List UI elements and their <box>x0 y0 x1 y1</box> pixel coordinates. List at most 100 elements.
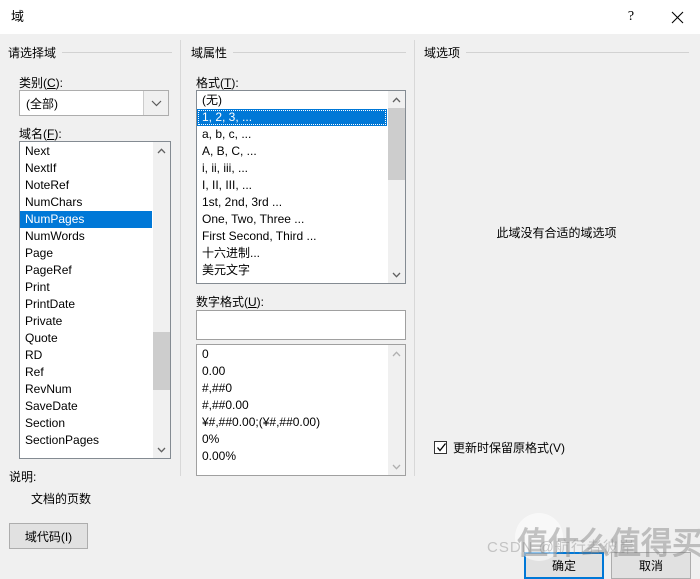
title-bar: 域 ? <box>0 0 700 34</box>
scrollbar-thumb[interactable] <box>388 108 405 180</box>
fieldname-label: 域名(F): <box>19 125 62 142</box>
number-format-label-suffix: ): <box>256 295 265 309</box>
ok-button[interactable]: 确定 <box>524 552 604 579</box>
list-item[interactable]: RevNum <box>20 381 152 398</box>
category-label: 类别(C): <box>19 74 63 91</box>
format-label-prefix: 格式( <box>196 76 224 90</box>
scroll-down-icon[interactable] <box>388 458 405 475</box>
number-format-label: 数字格式(U): <box>196 293 264 310</box>
list-item[interactable]: NoteRef <box>20 177 152 194</box>
group-rule <box>62 52 172 53</box>
list-item[interactable]: i, ii, iii, ... <box>197 160 387 177</box>
preserve-format-checkbox[interactable] <box>434 441 447 454</box>
list-item[interactable]: 0 <box>197 346 387 363</box>
field-name-listbox[interactable]: Next NextIf NoteRef NumChars NumPages NumWord… <box>19 141 171 459</box>
middle-pane-group-header: 域属性 <box>191 44 406 61</box>
list-item[interactable]: #,##0 <box>197 380 387 397</box>
list-item[interactable]: #,##0.00 <box>197 397 387 414</box>
description-text: 文档的页数 <box>31 492 92 506</box>
list-item[interactable]: I, II, III, ... <box>197 177 387 194</box>
description-label-text: 说明: <box>9 470 37 484</box>
list-item[interactable]: Quote <box>20 330 152 347</box>
field-code-button[interactable]: 域代码(I) <box>9 523 88 549</box>
list-item[interactable]: PageRef <box>20 262 152 279</box>
preserve-format-checkbox-row[interactable]: 更新时保留原格式(V) <box>434 439 565 456</box>
left-pane-group-title: 请选择域 <box>8 46 57 60</box>
list-item[interactable]: RD <box>20 347 152 364</box>
number-format-label-accesskey: U <box>248 295 257 309</box>
scroll-down-icon[interactable] <box>153 441 170 458</box>
description-label: 说明: <box>9 468 36 485</box>
number-format-label-prefix: 数字格式( <box>196 295 248 309</box>
category-label-prefix: 类别( <box>19 76 47 90</box>
close-icon <box>671 11 684 24</box>
category-label-accesskey: C <box>47 76 56 90</box>
list-item[interactable]: 美元文字 <box>197 262 387 279</box>
list-item[interactable]: 0.00% <box>197 448 387 465</box>
list-item[interactable]: NumPages <box>20 211 152 228</box>
scroll-up-icon[interactable] <box>388 345 405 362</box>
list-item[interactable]: 1, 2, 3, ... <box>197 109 387 126</box>
preserve-format-checkbox-label: 更新时保留原格式(V) <box>453 441 565 455</box>
scroll-up-icon[interactable] <box>153 142 170 159</box>
category-combobox-value: (全部) <box>26 96 58 111</box>
close-button[interactable] <box>654 0 700 34</box>
list-item[interactable]: Next <box>20 143 152 160</box>
number-format-list-items: 0 0.00 #,##0 #,##0.00 ¥#,##0.00;(¥#,##0.00) 0… <box>197 345 387 475</box>
format-scrollbar[interactable] <box>387 91 405 283</box>
list-item[interactable]: 十六进制... <box>197 245 387 262</box>
list-item[interactable]: 1st, 2nd, 3rd ... <box>197 194 387 211</box>
left-pane-group-header: 请选择域 <box>8 44 172 61</box>
list-item[interactable]: One, Two, Three ... <box>197 211 387 228</box>
list-item[interactable]: Private <box>20 313 152 330</box>
list-item[interactable]: Ref <box>20 364 152 381</box>
format-label-suffix: ): <box>231 76 239 90</box>
dialog-body: 请选择域 类别(C): (全部) 域名(F): Next NextIf NoteRe… <box>0 34 700 579</box>
list-item[interactable]: Print <box>20 279 152 296</box>
number-format-scrollbar[interactable] <box>387 345 405 475</box>
fieldname-label-suffix: ): <box>54 127 62 141</box>
list-item[interactable]: First Second, Third ... <box>197 228 387 245</box>
list-item[interactable]: Section <box>20 415 152 432</box>
no-field-options-message: 此域没有合适的域选项 <box>496 226 617 240</box>
group-rule <box>466 52 689 53</box>
format-label: 格式(T): <box>196 74 239 91</box>
number-format-input[interactable] <box>196 310 406 340</box>
list-item[interactable]: NumWords <box>20 228 152 245</box>
help-icon: ? <box>627 9 635 24</box>
scroll-up-icon[interactable] <box>388 91 405 108</box>
list-item[interactable]: NumChars <box>20 194 152 211</box>
scrollbar-thumb[interactable] <box>153 332 170 390</box>
format-list-items: (无) 1, 2, 3, ... a, b, c, ... A, B, C, ... i… <box>197 91 387 283</box>
group-rule <box>233 52 406 53</box>
chevron-down-icon[interactable] <box>143 91 168 115</box>
field-name-list-items: Next NextIf NoteRef NumChars NumPages NumWord… <box>20 142 152 458</box>
number-format-listbox[interactable]: 0 0.00 #,##0 #,##0.00 ¥#,##0.00;(¥#,##0.00) 0… <box>196 344 406 476</box>
list-item[interactable]: SectionPages <box>20 432 152 449</box>
list-item[interactable]: a, b, c, ... <box>197 126 387 143</box>
right-pane-group-header: 域选项 <box>424 44 689 61</box>
format-listbox[interactable]: (无) 1, 2, 3, ... a, b, c, ... A, B, C, ... i… <box>196 90 406 284</box>
list-item[interactable]: Page <box>20 245 152 262</box>
category-label-suffix: ): <box>55 76 64 90</box>
list-item[interactable]: (无) <box>197 92 387 109</box>
category-combobox[interactable]: (全部) <box>19 90 169 116</box>
list-item[interactable]: 0.00 <box>197 363 387 380</box>
list-item[interactable]: PrintDate <box>20 296 152 313</box>
list-item[interactable]: 0% <box>197 431 387 448</box>
separator-middle-right <box>414 40 415 476</box>
middle-pane-group-title: 域属性 <box>191 46 228 60</box>
help-button[interactable]: ? <box>608 0 654 34</box>
scroll-down-icon[interactable] <box>388 266 405 283</box>
field-name-scrollbar[interactable] <box>152 142 170 458</box>
fieldname-label-prefix: 域名( <box>19 127 47 141</box>
list-item[interactable]: NextIf <box>20 160 152 177</box>
right-pane-group-title: 域选项 <box>424 46 461 60</box>
window-controls: ? <box>608 0 700 34</box>
window-title: 域 <box>11 9 25 24</box>
list-item[interactable]: A, B, C, ... <box>197 143 387 160</box>
list-item[interactable]: ¥#,##0.00;(¥#,##0.00) <box>197 414 387 431</box>
cancel-button[interactable]: 取消 <box>611 552 691 579</box>
separator-left-middle <box>180 40 181 476</box>
list-item[interactable]: SaveDate <box>20 398 152 415</box>
